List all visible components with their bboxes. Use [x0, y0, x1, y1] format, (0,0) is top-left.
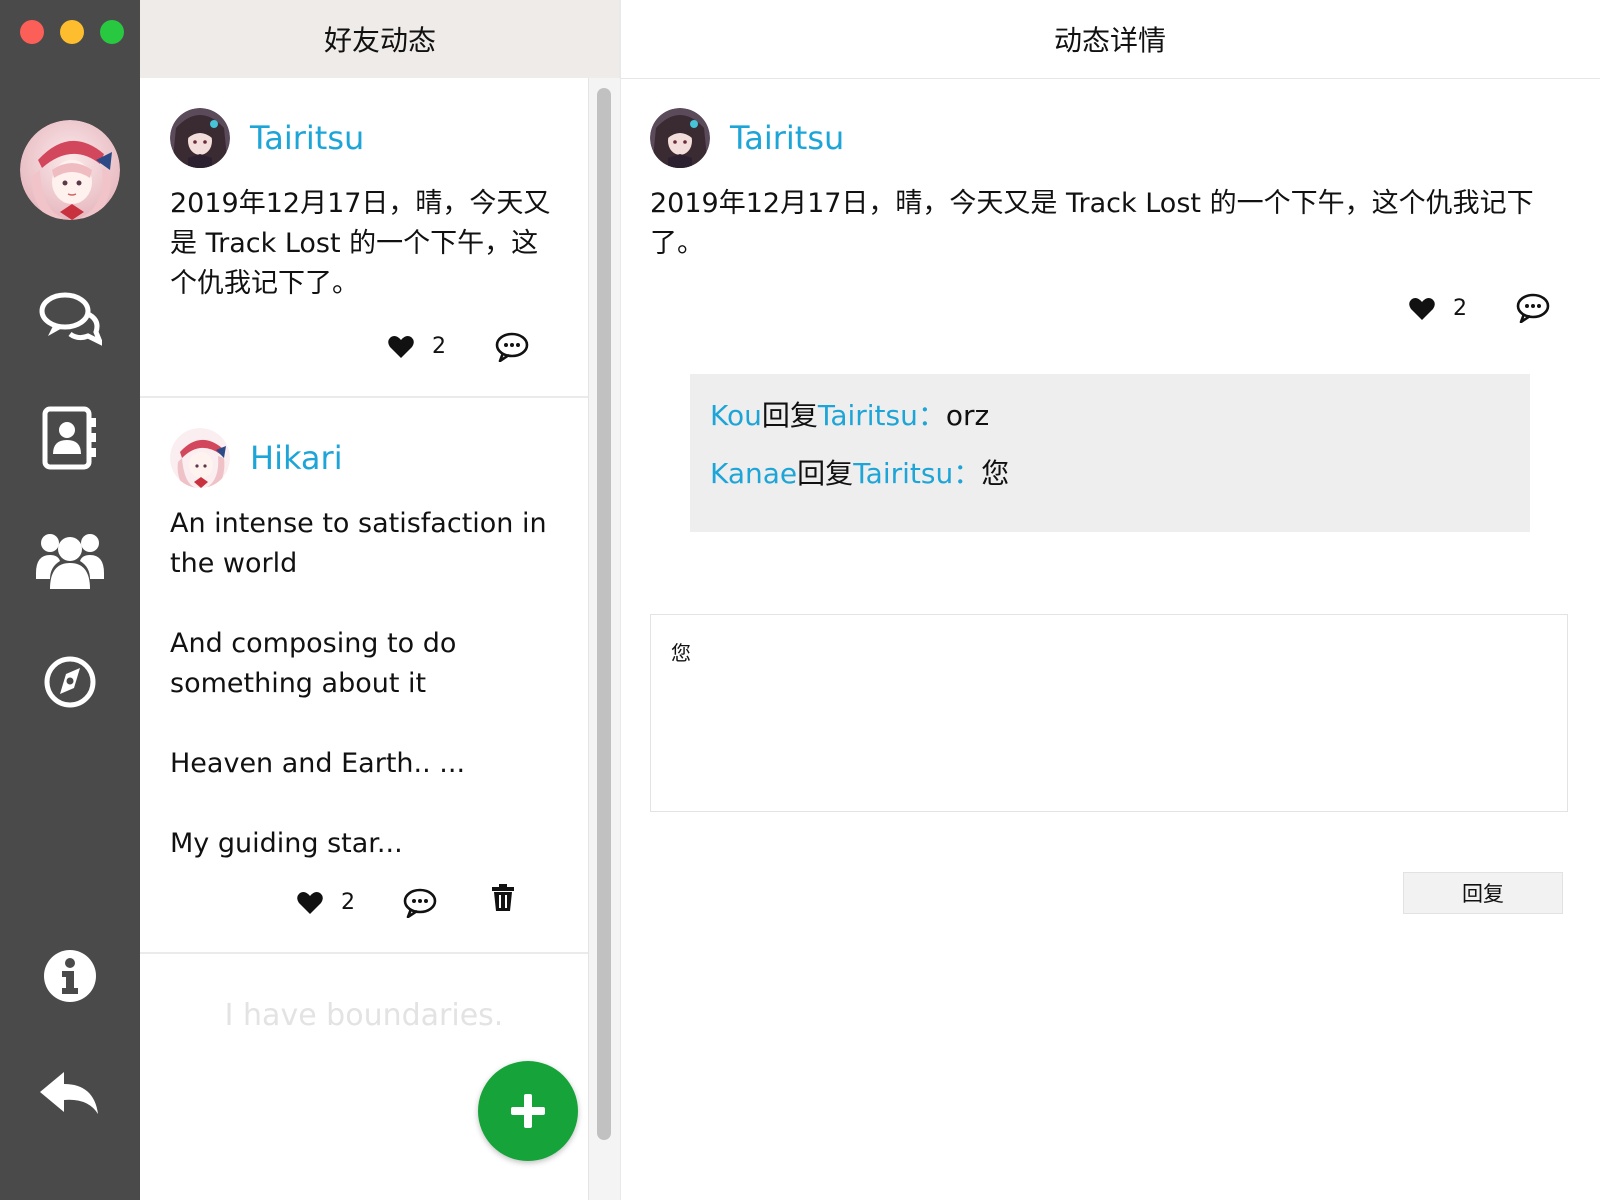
post-username[interactable]: Tairitsu — [250, 119, 364, 157]
comment-separator: ： — [953, 457, 982, 490]
comment-content: 您 — [981, 457, 1010, 490]
feed-post[interactable]: Tairitsu 2019年12月17日，晴，今天又是 Track Lost 的… — [140, 78, 588, 398]
heart-icon[interactable] — [297, 891, 323, 915]
post-paragraph: My guiding star... — [170, 828, 403, 859]
like-count: 2 — [432, 334, 446, 359]
comment-author[interactable]: Kou — [710, 399, 762, 432]
heart-icon[interactable] — [1409, 297, 1435, 321]
reply-button[interactable]: 回复 — [1403, 872, 1563, 914]
post-username[interactable]: Hikari — [250, 439, 343, 477]
window-close-button[interactable] — [20, 20, 44, 44]
comment-target[interactable]: Tairitsu — [818, 399, 918, 432]
scrollbar-thumb[interactable] — [597, 88, 611, 1140]
like-control[interactable]: 2 — [388, 334, 446, 359]
back-arrow-icon[interactable] — [30, 1056, 110, 1136]
end-of-feed-text: I have boundaries. — [224, 998, 504, 1033]
post-paragraph: And composing to do something about it — [170, 628, 457, 699]
my-avatar[interactable] — [20, 120, 120, 220]
comment-item: Kou回复Tairitsu：orz — [710, 394, 989, 434]
comment-verb: 回复 — [797, 457, 854, 490]
like-control[interactable]: 2 — [1409, 296, 1467, 321]
comment-list: Kou回复Tairitsu：orz Kanae回复Tairitsu：您 — [690, 374, 1530, 532]
avatar[interactable] — [650, 108, 710, 168]
sidebar — [0, 0, 140, 1200]
avatar[interactable] — [170, 428, 230, 488]
comment-verb: 回复 — [761, 399, 818, 432]
chat-bubbles-icon[interactable] — [30, 278, 110, 358]
trash-icon[interactable] — [491, 884, 515, 912]
comment-item: Kanae回复Tairitsu：您 — [710, 452, 1009, 492]
comment-target[interactable]: Tairitsu — [853, 457, 953, 490]
comment-separator: ： — [917, 399, 946, 432]
feed-title: 好友动态 — [140, 0, 620, 78]
compass-icon[interactable] — [30, 642, 110, 722]
reply-input[interactable]: 您 — [650, 614, 1568, 812]
heart-icon[interactable] — [388, 335, 414, 359]
post-content: 2019年12月17日，晴，今天又是 Track Lost 的一个下午，这个仇我… — [170, 184, 560, 304]
group-icon[interactable] — [30, 518, 110, 598]
comment-icon[interactable] — [403, 888, 437, 918]
feed-list: Tairitsu 2019年12月17日，晴，今天又是 Track Lost 的… — [140, 78, 588, 1200]
comment-icon[interactable] — [495, 332, 529, 362]
feed-scrollbar[interactable] — [588, 78, 620, 1200]
feed-post[interactable]: Hikari An intense to satisfaction in the… — [140, 398, 588, 954]
post-paragraph: Heaven and Earth.. ... — [170, 748, 466, 779]
post-content: An intense to satisfaction in the world … — [170, 504, 560, 864]
detail-title: 动态详情 — [620, 0, 1600, 79]
post-paragraph: 2019年12月17日，晴，今天又是 Track Lost 的一个下午，这个仇我… — [170, 188, 551, 299]
window-maximize-button[interactable] — [100, 20, 124, 44]
contact-book-icon[interactable] — [30, 398, 110, 478]
like-count: 2 — [1453, 296, 1467, 321]
detail-content: 2019年12月17日，晴，今天又是 Track Lost 的一个下午，这个仇我… — [650, 188, 1534, 259]
plus-icon — [511, 1094, 545, 1128]
comment-content: orz — [945, 399, 990, 432]
info-icon[interactable] — [30, 936, 110, 1016]
post-detail: Tairitsu 2019年12月17日，晴，今天又是 Track Lost 的… — [620, 78, 1600, 1200]
avatar[interactable] — [170, 108, 230, 168]
new-post-button[interactable] — [478, 1061, 578, 1161]
detail-username[interactable]: Tairitsu — [730, 119, 844, 157]
post-paragraph: An intense to satisfaction in the world — [170, 508, 547, 579]
like-control[interactable]: 2 — [297, 890, 355, 915]
window-minimize-button[interactable] — [60, 20, 84, 44]
comment-author[interactable]: Kanae — [710, 457, 797, 490]
like-count: 2 — [341, 890, 355, 915]
comment-icon[interactable] — [1516, 293, 1550, 323]
